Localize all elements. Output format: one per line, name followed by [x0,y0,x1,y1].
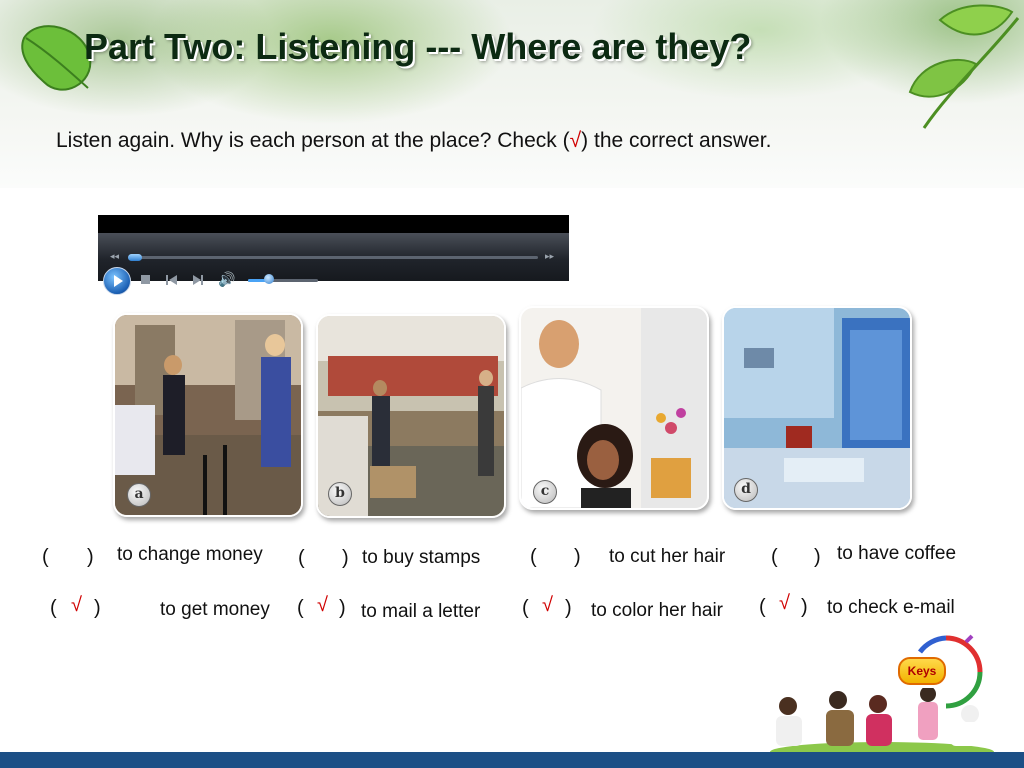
seek-track[interactable] [128,256,538,259]
photo-b-label: b [328,482,352,506]
answer-a2-option[interactable]: to get money [160,599,270,621]
answer-d1-open-paren: ( [771,546,778,568]
answer-c2-check-mark: √ [542,594,553,616]
slide-title: Part Two: Listening --- Where are they? [84,26,752,67]
leaf-right-decoration [908,4,1020,129]
answer-b2-open-paren: ( [297,597,304,619]
photo-a-label: a [127,483,151,507]
answer-d2-check-mark: √ [779,592,790,614]
stop-icon[interactable] [138,273,154,287]
answer-b1-close-paren: ) [342,547,349,569]
answer-c1-option[interactable]: to cut her hair [609,546,725,568]
instruction-check-mark: √ [569,129,582,152]
previous-icon[interactable] [164,273,180,287]
answer-a2-close-paren: ) [94,597,101,619]
people-illustration [770,688,994,754]
answer-c2-open-paren: ( [522,597,529,619]
answer-a2-open-paren: ( [50,597,57,619]
instruction-text: Listen again. Why is each person at the … [56,129,771,153]
answer-a2-check-mark: √ [71,594,82,616]
player-control-bar: ◂◂ ▸▸ 🔊 [98,233,569,295]
volume-thumb[interactable] [264,274,274,284]
answer-c2-option[interactable]: to color her hair [591,600,723,622]
photo-d-label: d [734,478,758,502]
next-icon[interactable] [190,273,206,287]
fast-forward-icon[interactable]: ▸▸ [545,251,554,262]
rewind-icon[interactable]: ◂◂ [110,251,119,262]
photo-c-hair-salon: c [519,306,709,510]
seek-thumb[interactable] [128,254,142,261]
answer-b2-close-paren: ) [339,597,346,619]
answer-b1-open-paren: ( [298,547,305,569]
answer-a1-open-paren: ( [42,546,49,568]
photo-b-post-office: b [316,314,506,518]
answer-d2-option[interactable]: to check e-mail [827,597,955,619]
instruction-part-1: Listen again. Why is each person at the … [56,129,570,152]
media-player: ◂◂ ▸▸ 🔊 [98,215,569,295]
play-button[interactable] [103,267,131,295]
answer-c1-close-paren: ) [574,546,581,568]
volume-icon[interactable]: 🔊 [218,271,235,288]
answer-a1-option[interactable]: to change money [117,544,263,566]
answer-d2-open-paren: ( [759,596,766,618]
instruction-part-2: ) the correct answer. [581,129,772,152]
answer-d1-option[interactable]: to have coffee [837,543,956,565]
answer-d2-close-paren: ) [801,596,808,618]
answer-b1-option[interactable]: to buy stamps [362,547,480,569]
answer-c2-close-paren: ) [565,597,572,619]
answer-b2-option[interactable]: to mail a letter [361,601,480,623]
photo-c-label: c [533,480,557,504]
answer-c1-open-paren: ( [530,546,537,568]
answer-d1-close-paren: ) [814,546,821,568]
footer-bar [0,752,1024,768]
photo-a-bank: a [113,313,303,517]
keys-button[interactable]: Keys [898,657,946,685]
answer-a1-close-paren: ) [87,546,94,568]
photo-d-internet-cafe: d [722,306,912,510]
answer-b2-check-mark: √ [317,594,328,616]
